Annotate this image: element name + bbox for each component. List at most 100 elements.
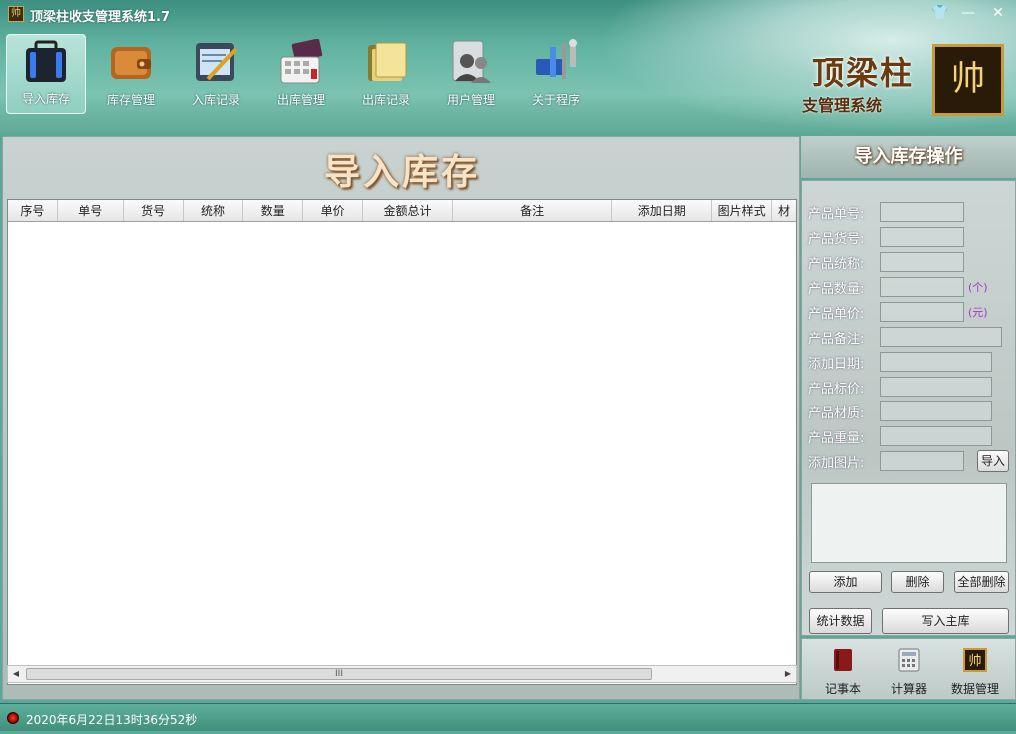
toolbar-user-management[interactable]: 用户管理	[431, 34, 511, 114]
close-button[interactable]: ✕	[986, 4, 1010, 22]
field-label: 产品备注:	[808, 331, 865, 347]
toolbar-label: 关于程序	[531, 93, 580, 107]
material-input[interactable]	[880, 401, 992, 421]
statistics-button[interactable]: 统计数据	[809, 608, 872, 634]
wallet-icon	[111, 47, 151, 79]
general-name-input[interactable]	[880, 252, 964, 272]
main-panel: 导入库存 序号 单号 货号 统称 数量 单价 金额总计 备注 添加日期 图片样式…	[2, 136, 800, 700]
notebook-shortcut[interactable]: 记事本	[812, 647, 874, 697]
calculator-icon	[898, 648, 920, 672]
column-header[interactable]: 货号	[124, 200, 184, 221]
side-form-panel: 产品单号: 产品货号: 产品统称: 产品数量: (个) 产品单价: (元) 产品…	[801, 180, 1016, 636]
column-header[interactable]: 数量	[243, 200, 304, 221]
notebook-icon	[834, 649, 852, 671]
toolbar-label: 入库记录	[191, 93, 240, 107]
field-label: 产品材质:	[808, 405, 865, 421]
remark-input[interactable]	[880, 327, 1002, 347]
field-unit-price: 产品单价: (元)	[808, 301, 988, 323]
toolbar-inbound-records[interactable]: 入库记录	[176, 34, 256, 114]
toolbar-label: 出库记录	[361, 93, 410, 107]
shortcut-label: 计算器	[890, 682, 927, 696]
column-header[interactable]: 序号	[8, 200, 58, 221]
toolbar-label: 导入库存	[21, 92, 70, 106]
title-bar[interactable]: 帅 顶梁柱收支管理系统1.7 👕 — ✕	[0, 0, 1016, 28]
field-label: 产品货号:	[808, 231, 865, 247]
remark-textarea[interactable]	[811, 483, 1007, 563]
window-title: 顶梁柱收支管理系统1.7	[30, 10, 171, 25]
field-material: 产品材质:	[808, 400, 992, 422]
data-management-shortcut[interactable]: 帅 数据管理	[944, 647, 1006, 697]
scroll-thumb[interactable]: III	[26, 668, 652, 680]
delete-button[interactable]: 删除	[891, 571, 944, 593]
field-add-date: 添加日期:	[808, 351, 992, 373]
write-main-db-button[interactable]: 写入主库	[882, 608, 1009, 634]
app-window: 帅 顶梁柱收支管理系统1.7 👕 — ✕ 导入库存 库存管理 入库记录 出库管理…	[0, 0, 1016, 734]
shortcut-label: 数据管理	[950, 682, 999, 696]
field-label: 产品重量:	[808, 430, 865, 446]
notepad-pencil-icon	[196, 43, 238, 81]
app-icon: 帅	[8, 6, 24, 22]
tools-icon	[536, 39, 577, 79]
toolbar-outbound-management[interactable]: 出库管理	[261, 34, 341, 114]
toolbar-outbound-records[interactable]: 出库记录	[346, 34, 426, 114]
tag-price-input[interactable]	[880, 377, 992, 397]
field-label: 产品单号:	[808, 206, 865, 222]
field-label: 产品数量:	[808, 281, 865, 297]
unit-price-input[interactable]	[880, 302, 964, 322]
field-item-no: 产品货号:	[808, 226, 964, 248]
image-path-input[interactable]	[880, 451, 964, 471]
shortcut-label: 记事本	[824, 682, 861, 696]
unit-label: (元)	[968, 306, 988, 319]
field-label: 添加图片:	[808, 455, 865, 471]
field-general-name: 产品统称:	[808, 251, 964, 273]
header-banner: 帅 顶梁柱收支管理系统1.7 👕 — ✕ 导入库存 库存管理 入库记录 出库管理…	[0, 0, 1016, 134]
folder-icon	[368, 42, 407, 81]
column-header[interactable]: 添加日期	[612, 200, 713, 221]
column-header[interactable]: 图片样式	[712, 200, 773, 221]
status-indicator-icon	[7, 712, 19, 724]
column-header[interactable]: 备注	[453, 200, 613, 221]
field-order-no: 产品单号:	[808, 201, 964, 223]
page-title: 导入库存	[323, 152, 480, 193]
field-label: 产品单价:	[808, 306, 865, 322]
item-no-input[interactable]	[880, 227, 964, 247]
column-header[interactable]: 统称	[184, 200, 244, 221]
column-header[interactable]: 单号	[58, 200, 124, 221]
users-icon	[452, 40, 491, 83]
import-image-button[interactable]: 导入	[977, 450, 1009, 472]
seal-icon: 帅	[963, 648, 987, 672]
column-header[interactable]: 材	[772, 200, 796, 221]
scroll-left-icon[interactable]: ◀	[9, 667, 23, 681]
add-button[interactable]: 添加	[809, 571, 882, 593]
quantity-input[interactable]	[880, 277, 964, 297]
toolbar-label: 出库管理	[276, 93, 325, 107]
brand-name: 顶梁柱	[812, 54, 915, 92]
field-label: 产品标价:	[808, 381, 865, 397]
column-header[interactable]: 金额总计	[363, 200, 453, 221]
brand-seal-logo: 帅	[932, 44, 1004, 116]
skin-button[interactable]: 👕	[928, 4, 952, 22]
toolbar-import-stock[interactable]: 导入库存	[6, 34, 86, 114]
toolbar-label: 用户管理	[446, 93, 495, 107]
horizontal-scrollbar[interactable]: ◀ III ▶	[7, 665, 797, 683]
brand-subtitle: 支管理系统	[802, 96, 883, 115]
column-header[interactable]: 单价	[303, 200, 364, 221]
toolbar-stock-management[interactable]: 库存管理	[91, 34, 171, 114]
weight-input[interactable]	[880, 426, 992, 446]
field-add-image: 添加图片:	[808, 450, 964, 472]
field-weight: 产品重量:	[808, 425, 992, 447]
order-no-input[interactable]	[880, 202, 964, 222]
add-date-input[interactable]	[880, 352, 992, 372]
calculator-shortcut[interactable]: 计算器	[878, 647, 940, 697]
scroll-right-icon[interactable]: ▶	[781, 667, 795, 681]
delete-all-button[interactable]: 全部删除	[954, 571, 1009, 593]
status-datetime: 2020年6月22日13时36分52秒	[26, 713, 198, 727]
minimize-button[interactable]: —	[956, 4, 980, 22]
stock-table[interactable]: 序号 单号 货号 统称 数量 单价 金额总计 备注 添加日期 图片样式 材	[7, 199, 797, 685]
suitcase-icon	[26, 40, 66, 82]
main-toolbar: 导入库存 库存管理 入库记录 出库管理 出库记录 用户管理 关于程序	[6, 34, 601, 118]
field-tag-price: 产品标价:	[808, 376, 992, 398]
card-keypad-icon	[280, 39, 323, 84]
toolbar-about[interactable]: 关于程序	[516, 34, 596, 114]
shortcut-bar: 记事本 计算器 帅 数据管理	[801, 638, 1016, 700]
